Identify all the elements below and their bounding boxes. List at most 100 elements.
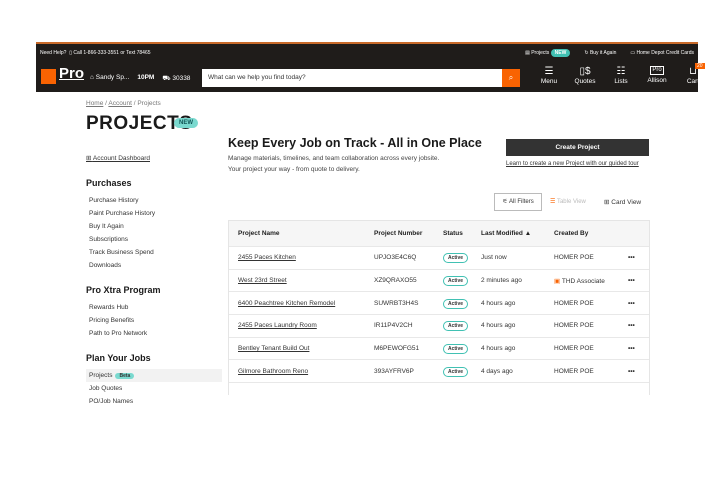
zip-code[interactable]: 30338 xyxy=(172,75,190,82)
created-by: HOMER POE xyxy=(554,254,628,261)
nav-quotes[interactable]: ▯$ Quotes xyxy=(567,66,603,85)
status-badge: Active xyxy=(443,276,469,287)
nav-label: Cart xyxy=(686,78,700,85)
search-input[interactable]: What can we help you find today? xyxy=(202,69,504,87)
search-button[interactable]: ⌕ xyxy=(502,69,520,87)
status-cell: Active xyxy=(443,321,481,332)
guided-tour-link[interactable]: Learn to create a new Project with our g… xyxy=(506,161,639,167)
more-options-icon[interactable]: ••• xyxy=(628,254,648,261)
creator-name: THD Associate xyxy=(561,277,605,285)
sidebar-item[interactable]: Subscriptions xyxy=(86,233,222,246)
more-options-icon[interactable]: ••• xyxy=(628,300,648,307)
nav-label: Quotes xyxy=(574,78,596,85)
cart-count: 20 xyxy=(695,63,705,69)
project-name-link[interactable]: 2455 Paces Kitchen xyxy=(229,254,374,261)
quotes-icon: ▯$ xyxy=(579,66,591,77)
col-project-name[interactable]: Project Name xyxy=(229,230,374,237)
table-row: 6400 Peachtree Kitchen Remodel SUWRBT3H4… xyxy=(229,292,649,316)
table-view-button[interactable]: ☰ Table View xyxy=(550,198,586,205)
sidebar-item[interactable]: PO/Job Names xyxy=(86,395,222,404)
home-depot-logo[interactable] xyxy=(41,69,56,84)
all-filters-button[interactable]: ⚟ All Filters xyxy=(494,193,542,211)
grid-icon: ⊞ xyxy=(604,199,610,206)
account-dashboard-link[interactable]: ⊞ Account Dashboard xyxy=(86,154,222,162)
buy-again-link[interactable]: ↻ Buy it Again xyxy=(584,50,616,56)
beta-badge: Beta xyxy=(115,373,135,379)
pro-logo[interactable]: Pro xyxy=(59,65,84,82)
grid-icon: ⊞ xyxy=(86,155,92,162)
projects-link[interactable]: ▤ Projects NEW xyxy=(525,49,571,57)
created-by: HOMER POE xyxy=(554,322,628,329)
nav-menu[interactable]: ☰ Menu xyxy=(531,66,567,85)
subtitle-line: Your project your way - from quote to de… xyxy=(228,166,360,173)
card-view-label: Card View xyxy=(611,199,642,206)
creator-name: HOMER POE xyxy=(554,299,594,307)
sidebar-item[interactable]: Paint Purchase History xyxy=(86,207,222,220)
sidebar-item[interactable]: Track Business Spend xyxy=(86,246,222,259)
pro-account-icon: Pro xyxy=(650,66,664,75)
need-help: Need Help? xyxy=(40,50,67,56)
project-name-link[interactable]: Gilmore Bathroom Reno xyxy=(229,368,374,375)
status-badge: Active xyxy=(443,321,469,332)
credit-label: Home Depot Credit Cards xyxy=(636,50,694,56)
sidebar-item[interactable]: Rewards Hub xyxy=(86,301,222,314)
buy-again-label: Buy it Again xyxy=(589,50,617,56)
hero-subtitle: Manage materials, timelines, and team co… xyxy=(228,153,439,175)
table-row: Gilmore Bathroom Reno 393AYFRV6P Active … xyxy=(229,360,649,384)
truck-icon: ⛟ xyxy=(162,75,171,82)
subtitle-line: Manage materials, timelines, and team co… xyxy=(228,155,440,162)
created-by: ▣ THD Associate xyxy=(554,277,628,285)
project-name-link[interactable]: Bentley Tenant Build Out xyxy=(229,345,374,352)
store-selector[interactable]: ⌂ Sandy Sp... 10PM ⛟ 30338 xyxy=(90,74,190,83)
group-title: Purchases xyxy=(86,178,132,188)
list-icon: ☷ xyxy=(616,66,626,77)
col-project-number[interactable]: Project Number xyxy=(374,230,443,237)
more-options-icon[interactable]: ••• xyxy=(628,322,648,329)
created-by: HOMER POE xyxy=(554,345,628,352)
status-badge: Active xyxy=(443,344,469,355)
contact-info[interactable]: Call 1-866-333-3551 or Text 78465 xyxy=(73,50,150,56)
sidebar-item[interactable]: Job Quotes xyxy=(86,382,222,395)
nav-label: Menu xyxy=(540,78,558,85)
project-name-link[interactable]: West 23rd Street xyxy=(229,277,374,284)
breadcrumb-home[interactable]: Home xyxy=(86,100,103,107)
more-options-icon[interactable]: ••• xyxy=(628,345,648,352)
new-badge: NEW xyxy=(550,49,571,57)
header: Need Help? ▯ Call 1-866-333-3551 or Text… xyxy=(36,42,705,92)
status-badge: Active xyxy=(443,366,469,377)
sidebar-item[interactable]: Purchase History xyxy=(86,194,222,207)
creator-name: HOMER POE xyxy=(554,322,594,330)
sidebar-item[interactable]: Pricing Benefits xyxy=(86,314,222,327)
sidebar-item-projects[interactable]: Projects Beta xyxy=(86,369,222,382)
project-name-link[interactable]: 2455 Paces Laundry Room xyxy=(229,322,374,329)
table-header: Project Name Project Number Status Last … xyxy=(229,221,649,247)
last-modified: 4 hours ago xyxy=(481,345,516,353)
last-modified: Just now xyxy=(481,254,507,262)
project-name-link[interactable]: 6400 Peachtree Kitchen Remodel xyxy=(229,300,374,307)
group-title: Pro Xtra Program xyxy=(86,285,161,295)
store-name: Sandy Sp... xyxy=(95,74,130,81)
col-created-by[interactable]: Created By xyxy=(554,230,628,237)
more-options-icon[interactable]: ••• xyxy=(628,368,648,375)
more-options-icon[interactable]: ••• xyxy=(628,277,648,284)
sidebar-item[interactable]: Downloads xyxy=(86,259,222,272)
sidebar-item[interactable]: Buy It Again xyxy=(86,220,222,233)
col-status[interactable]: Status xyxy=(443,230,481,237)
status-cell: Active xyxy=(443,366,481,377)
sidebar-item[interactable]: Path to Pro Network xyxy=(86,327,222,340)
create-project-button[interactable]: Create Project xyxy=(506,139,649,156)
nav-cart[interactable]: ⊔ 20 Cart xyxy=(675,63,711,85)
breadcrumb: Home / Account / Projects xyxy=(86,100,161,107)
col-last-modified[interactable]: Last Modified ▲ xyxy=(481,230,554,237)
phone-icon: ▯ xyxy=(69,50,72,56)
header-nav: ☰ Menu ▯$ Quotes ☷ Lists Pro Allison ⊔ 20 Cart xyxy=(531,63,711,85)
card-view-button[interactable]: ⊞ Card View xyxy=(604,198,641,206)
dashboard-label: Account Dashboard xyxy=(92,155,150,162)
nav-lists[interactable]: ☷ Lists xyxy=(603,66,639,85)
nav-account[interactable]: Pro Allison xyxy=(639,66,675,85)
breadcrumb-account[interactable]: Account xyxy=(108,100,132,107)
associate-icon: ▣ xyxy=(554,277,561,285)
project-number: XZ9QRAXO55 xyxy=(374,277,417,285)
credit-cards-link[interactable]: ▭ Home Depot Credit Cards xyxy=(630,50,694,56)
projects-table: Project Name Project Number Status Last … xyxy=(228,220,650,395)
